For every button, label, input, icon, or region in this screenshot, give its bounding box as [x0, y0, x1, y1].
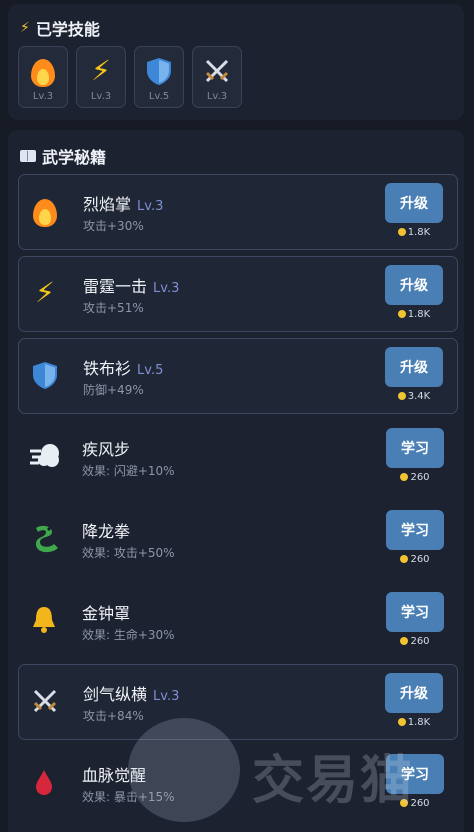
manuals-title: 武学秘籍: [42, 148, 107, 167]
shield-icon: [29, 359, 61, 391]
coin-icon: [400, 799, 409, 807]
skill-row-iron-shirt: 铁布衫 Lv.5 防御+49% 升级 3.4K: [18, 338, 458, 414]
skill-name: 剑气纵横: [83, 685, 148, 704]
skill-name-row: 铁布衫 Lv.5: [83, 355, 163, 379]
upgrade-button[interactable]: 升级: [385, 183, 443, 223]
cost-value: 260: [410, 554, 430, 565]
skill-effect: 攻击+30%: [83, 219, 144, 233]
skill-effect: 攻击+51%: [83, 301, 144, 315]
dragon-icon: [28, 522, 62, 556]
coin-icon: [397, 310, 406, 318]
skill-name: 血脉觉醒: [82, 766, 147, 785]
cost-value: 260: [410, 472, 430, 483]
skill-name: 降龙拳: [82, 522, 131, 541]
skill-row-sword-qi: 剑气纵横 Lv.3 攻击+84% 升级 1.8K: [18, 664, 458, 740]
cost-label: 260: [386, 798, 444, 809]
cost-value: 1.8K: [407, 309, 431, 320]
skill-name-row: 雷霆一击 Lv.3: [83, 273, 179, 297]
learned-skills-header: ⚡ 已学技能: [20, 16, 100, 40]
slot-level: Lv.5: [148, 91, 170, 102]
learned-skills-panel: ⚡ 已学技能 Lv.3 ⚡ Lv.3 Lv.5 Lv.3: [8, 4, 464, 120]
skill-name: 雷霆一击: [83, 277, 148, 296]
learn-button[interactable]: 学习: [386, 428, 444, 468]
skill-effect: 防御+49%: [83, 383, 144, 397]
slot-level: Lv.3: [32, 91, 54, 102]
martial-manuals-panel: 武学秘籍 烈焰掌 Lv.3 攻击+30% 升级 1.8K ⚡ 雷霆一击 Lv.3 攻…: [8, 130, 464, 832]
slot-level: Lv.3: [206, 91, 228, 102]
skill-name-row: 血脉觉醒: [82, 762, 146, 786]
cost-value: 260: [410, 636, 430, 647]
lightning-icon: ⚡: [20, 20, 30, 36]
skill-row-swift-wind-step: 疾风步 效果: 闪避+10% 学习 260: [18, 420, 458, 496]
skill-row-thunder-strike: ⚡ 雷霆一击 Lv.3 攻击+51% 升级 1.8K: [18, 256, 458, 332]
skill-level: Lv.3: [153, 281, 180, 296]
cost-value: 3.4K: [407, 391, 431, 402]
fire-icon: [27, 55, 59, 87]
wind-icon: [28, 440, 62, 472]
crossed-swords-icon: [201, 55, 233, 87]
skill-name-row: 烈焰掌 Lv.3: [83, 191, 163, 215]
skill-effect: 效果: 生命+30%: [82, 628, 175, 642]
learned-slot-swords[interactable]: Lv.3: [192, 46, 242, 108]
skill-effect: 效果: 闪避+10%: [82, 464, 175, 478]
coin-icon: [397, 392, 406, 400]
lightning-icon: ⚡: [35, 276, 55, 309]
cost-label: 1.8K: [385, 227, 443, 238]
skill-name-row: 金钟罩: [82, 600, 130, 624]
skill-name-row: 降龙拳: [82, 518, 130, 542]
skill-level: Lv.5: [137, 363, 164, 378]
upgrade-button[interactable]: 升级: [385, 347, 443, 387]
skill-row-blood-awakening: 血脉觉醒 效果: 暴击+15% 学习 260: [18, 746, 458, 822]
skill-effect: 效果: 攻击+50%: [82, 546, 175, 560]
shield-icon: [143, 55, 175, 87]
lightning-icon: ⚡: [91, 54, 111, 87]
skill-level: Lv.3: [153, 689, 180, 704]
fire-icon: [29, 195, 61, 227]
cost-label: 260: [386, 472, 444, 483]
skill-effect: 攻击+84%: [83, 709, 144, 723]
skill-row-dragon-fist: 降龙拳 效果: 攻击+50% 学习 260: [18, 502, 458, 578]
skill-name-row: 剑气纵横 Lv.3: [83, 681, 179, 705]
learned-slot-lightning[interactable]: ⚡ Lv.3: [76, 46, 126, 108]
learn-button[interactable]: 学习: [386, 754, 444, 794]
skill-name: 疾风步: [82, 440, 131, 459]
skill-name-row: 疾风步: [82, 436, 130, 460]
learned-skills-title: 已学技能: [35, 20, 100, 39]
skill-name: 铁布衫: [83, 359, 132, 378]
upgrade-button[interactable]: 升级: [385, 265, 443, 305]
coin-icon: [400, 637, 409, 645]
upgrade-button[interactable]: 升级: [385, 673, 443, 713]
learned-slot-fire[interactable]: Lv.3: [18, 46, 68, 108]
skill-row-flame-palm: 烈焰掌 Lv.3 攻击+30% 升级 1.8K: [18, 174, 458, 250]
cost-value: 260: [410, 798, 430, 809]
skill-name: 烈焰掌: [83, 195, 132, 214]
coin-icon: [400, 473, 409, 481]
skill-row-golden-bell: 金钟罩 效果: 生命+30% 学习 260: [18, 584, 458, 660]
crossed-swords-icon: [29, 685, 61, 717]
manuals-header: 武学秘籍: [20, 144, 106, 168]
learn-button[interactable]: 学习: [386, 510, 444, 550]
cost-label: 260: [386, 554, 444, 565]
skill-level: Lv.3: [137, 199, 164, 214]
bell-icon: [28, 604, 60, 636]
coin-icon: [397, 718, 406, 726]
learned-slot-shield[interactable]: Lv.5: [134, 46, 184, 108]
slot-level: Lv.3: [90, 91, 112, 102]
cost-label: 260: [386, 636, 444, 647]
skill-effect: 效果: 暴击+15%: [82, 790, 175, 804]
cost-value: 1.8K: [407, 717, 431, 728]
coin-icon: [400, 555, 409, 563]
cost-label: 3.4K: [385, 391, 443, 402]
cost-label: 1.8K: [385, 309, 443, 320]
learn-button[interactable]: 学习: [386, 592, 444, 632]
cost-label: 1.8K: [385, 717, 443, 728]
blood-drop-icon: [28, 766, 60, 798]
book-icon: [20, 150, 36, 162]
skill-name: 金钟罩: [82, 604, 131, 623]
cost-value: 1.8K: [407, 227, 431, 238]
coin-icon: [397, 228, 406, 236]
